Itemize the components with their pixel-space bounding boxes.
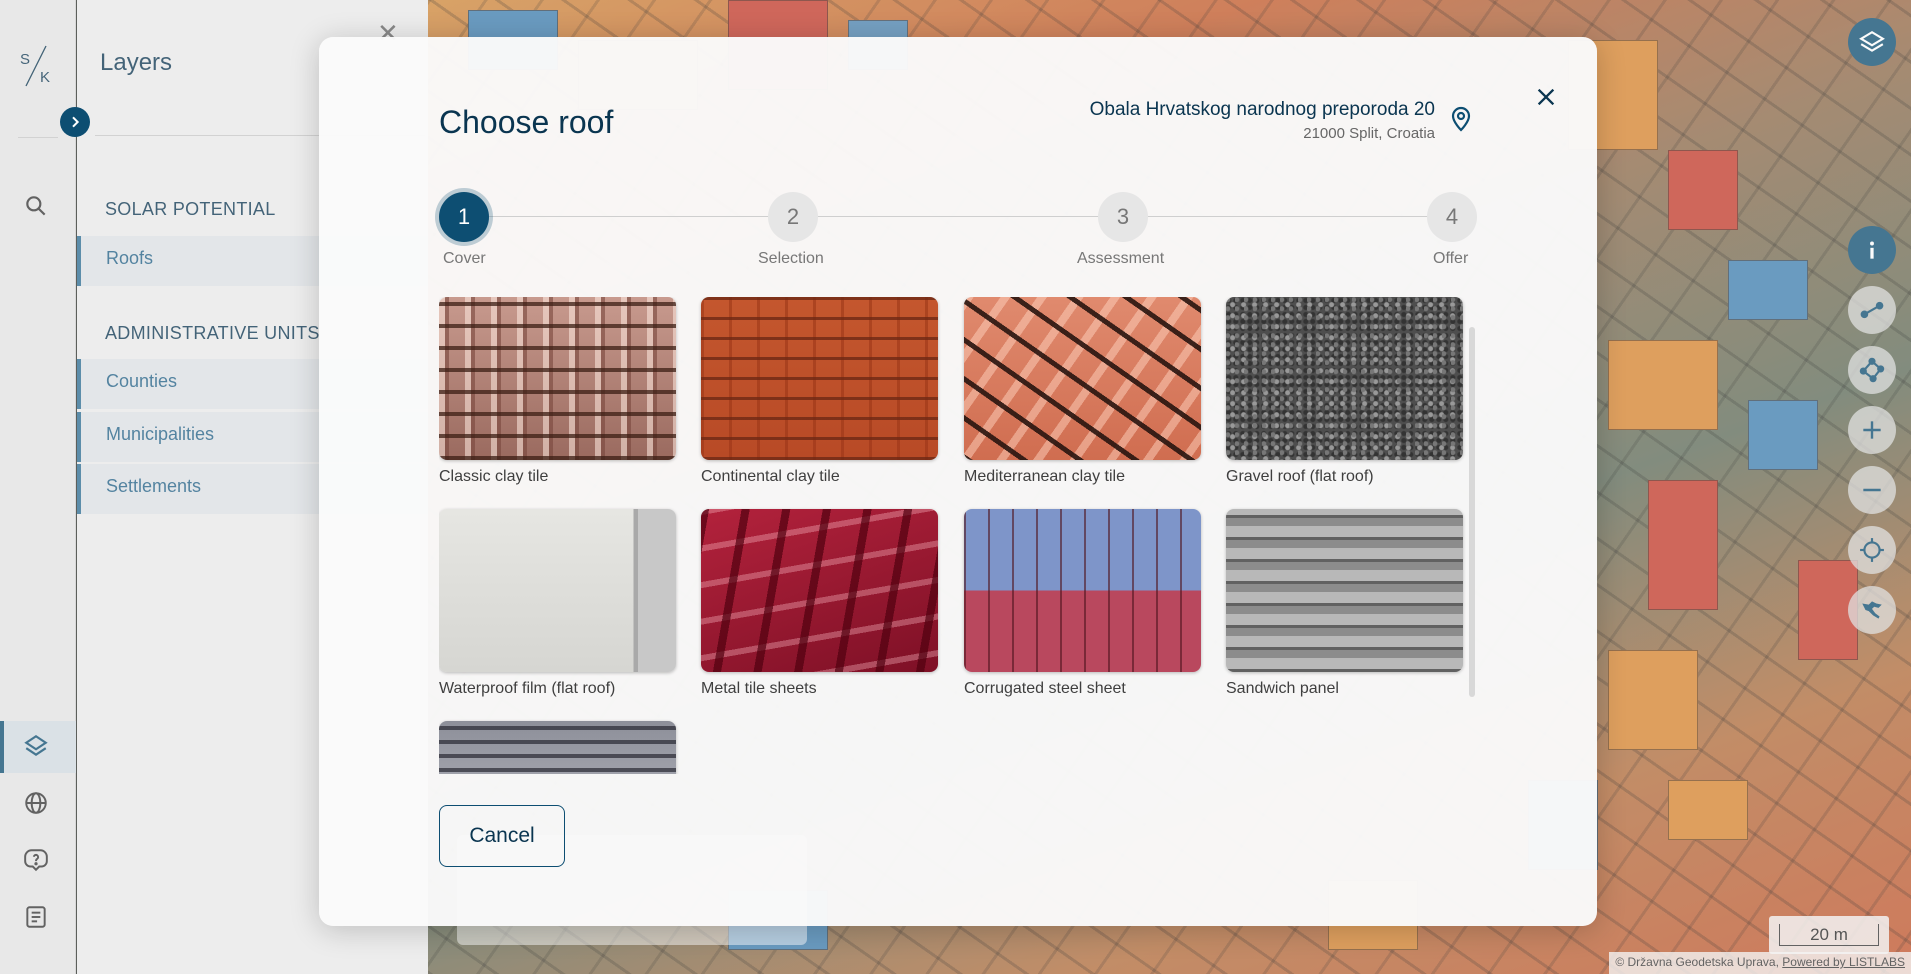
roof-option-trapezoidal-steel[interactable] [439, 721, 676, 774]
roof-option-mediterranean-clay[interactable]: Mediterranean clay tile [964, 297, 1201, 486]
roof-label: Classic clay tile [439, 468, 549, 485]
step-2-label: Selection [758, 250, 824, 267]
roof-label: Waterproof film (flat roof) [439, 680, 616, 697]
roof-image [701, 297, 938, 460]
grid-scrollbar[interactable] [1469, 327, 1475, 697]
roof-label: Metal tile sheets [701, 680, 817, 697]
step-4-circle[interactable]: 4 [1427, 192, 1477, 242]
roof-image [964, 509, 1201, 672]
address-city: 21000 Split, Croatia [1303, 125, 1435, 142]
roof-option-metal-tile[interactable]: Metal tile sheets [701, 509, 938, 698]
dialog-close-button[interactable] [1528, 79, 1564, 115]
roof-image [1226, 509, 1463, 672]
roof-label: Corrugated steel sheet [964, 680, 1126, 697]
roof-image [701, 509, 938, 672]
roof-image [1226, 297, 1463, 460]
close-icon [1537, 88, 1555, 106]
roof-label: Sandwich panel [1226, 680, 1339, 697]
choose-roof-dialog: Choose roof Obala Hrvatskog narodnog pre… [319, 37, 1597, 926]
roof-type-grid[interactable]: Classic clay tile Continental clay tile … [439, 297, 1471, 774]
roof-option-classic-clay[interactable]: Classic clay tile [439, 297, 676, 486]
stepper-track [464, 216, 1469, 217]
address-street: Obala Hrvatskog narodnog preporoda 20 [1089, 99, 1435, 120]
dialog-title: Choose roof [439, 104, 614, 140]
roof-option-corrugated-steel[interactable]: Corrugated steel sheet [964, 509, 1201, 698]
roof-option-gravel[interactable]: Gravel roof (flat roof) [1226, 297, 1463, 486]
roof-image [439, 721, 676, 774]
step-3-label: Assessment [1077, 250, 1165, 267]
roof-image [439, 297, 676, 460]
location-pin-icon[interactable] [1449, 104, 1477, 134]
expand-panel-button[interactable] [60, 107, 90, 137]
cancel-button[interactable]: Cancel [439, 805, 565, 867]
roof-image [439, 509, 676, 672]
step-1-circle[interactable]: 1 [439, 192, 489, 242]
step-1-label: Cover [443, 250, 486, 267]
roof-label: Continental clay tile [701, 468, 840, 485]
chevron-right-icon [72, 116, 80, 128]
step-3-circle[interactable]: 3 [1098, 192, 1148, 242]
roof-label: Gravel roof (flat roof) [1226, 468, 1374, 485]
roof-option-continental-clay[interactable]: Continental clay tile [701, 297, 938, 486]
roof-option-waterproof-film[interactable]: Waterproof film (flat roof) [439, 509, 676, 698]
step-4-label: Offer [1433, 250, 1469, 267]
roof-image [964, 297, 1201, 460]
step-2-circle[interactable]: 2 [768, 192, 818, 242]
roof-option-sandwich-panel[interactable]: Sandwich panel [1226, 509, 1463, 698]
roof-label: Mediterranean clay tile [964, 468, 1125, 485]
